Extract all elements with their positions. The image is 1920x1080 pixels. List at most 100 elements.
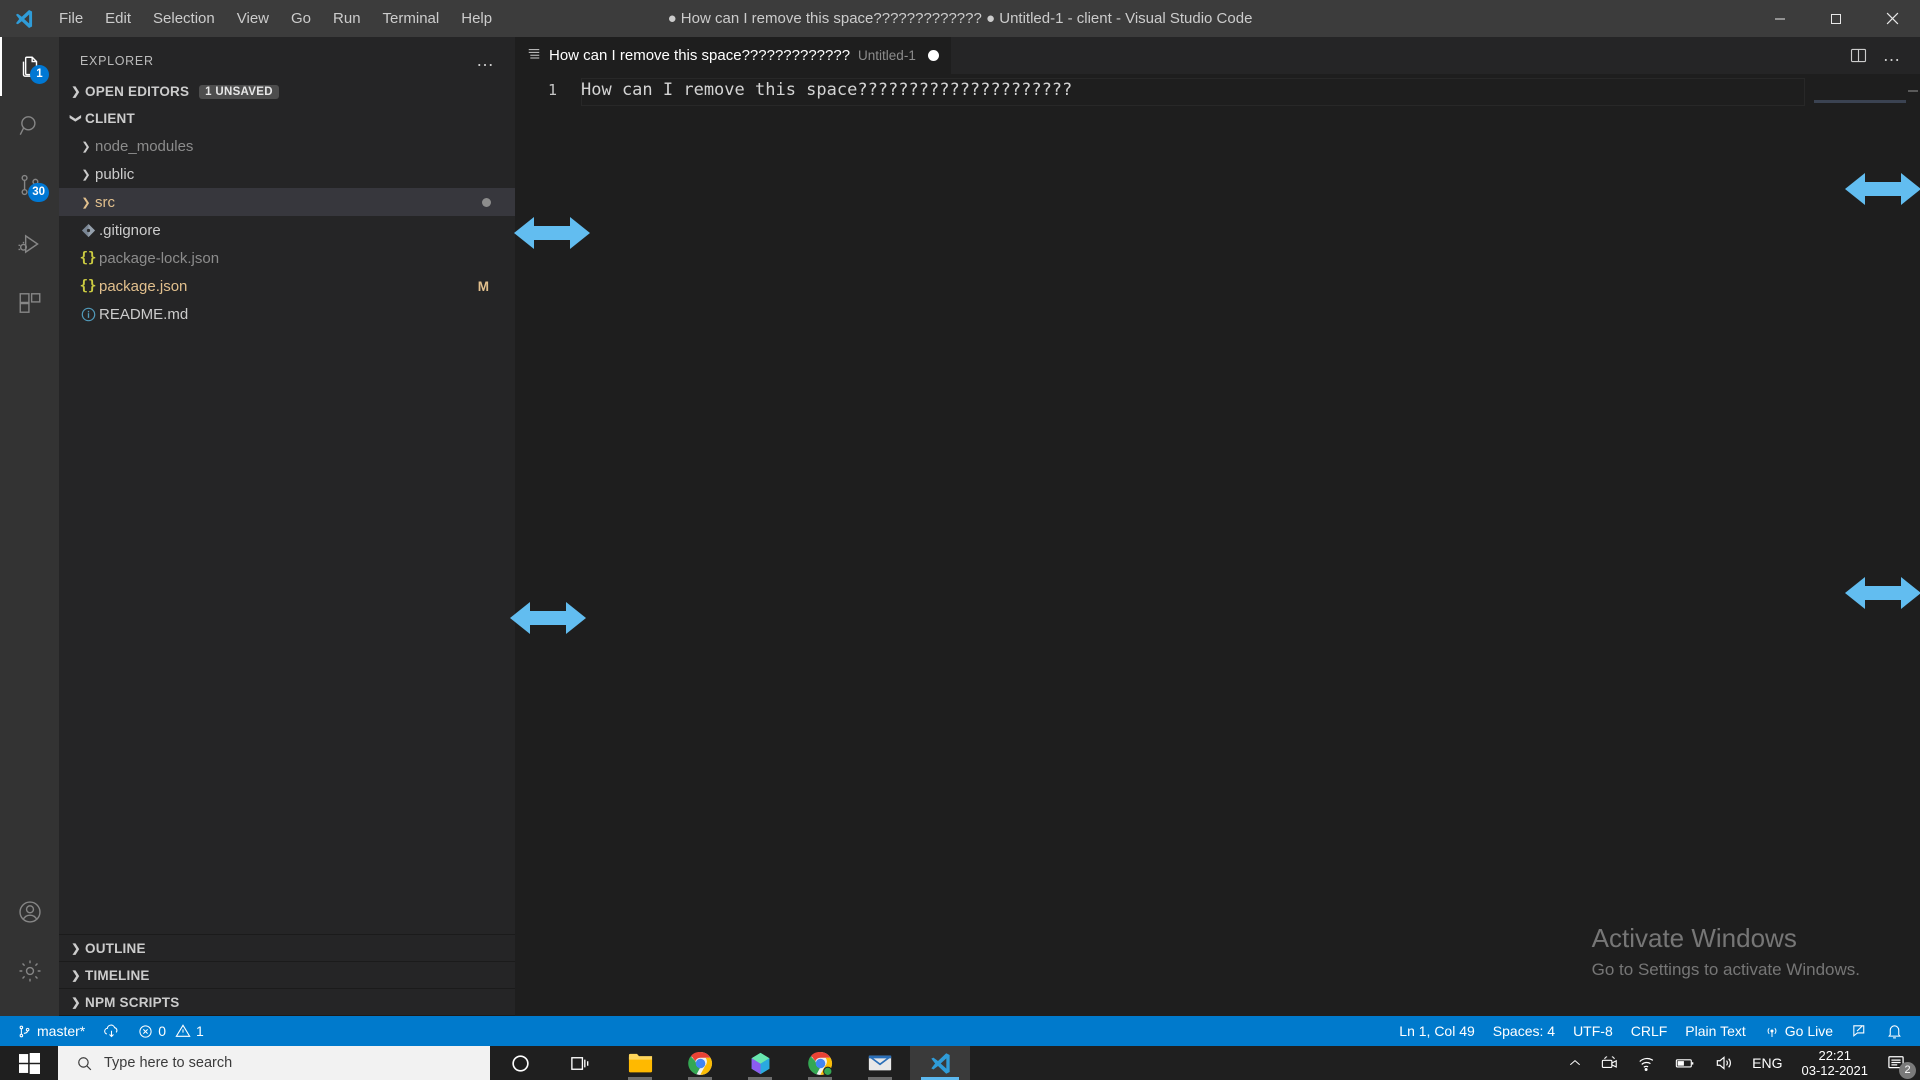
info-icon bbox=[77, 307, 99, 322]
taskbar-chrome-2-icon[interactable] bbox=[790, 1046, 850, 1080]
activity-item-explorer[interactable]: 1 bbox=[0, 37, 59, 96]
tree-item-label: .gitignore bbox=[99, 221, 161, 239]
status-sync[interactable] bbox=[94, 1016, 129, 1046]
minimap-slider[interactable] bbox=[1814, 100, 1906, 103]
taskbar-file-explorer-icon[interactable] bbox=[610, 1046, 670, 1080]
section-timeline[interactable]: ❯ TIMELINE bbox=[59, 962, 515, 989]
windows-taskbar: Type here to search ENG 22:21 03-12-2021… bbox=[0, 1046, 1920, 1080]
sidebar-filler bbox=[59, 332, 515, 934]
windows-start-button[interactable] bbox=[0, 1046, 58, 1080]
tree-item-public[interactable]: ❯ public bbox=[59, 160, 515, 188]
chevron-right-icon: ❯ bbox=[71, 86, 81, 98]
menu-run[interactable]: Run bbox=[322, 0, 372, 37]
close-button[interactable] bbox=[1864, 0, 1920, 37]
activity-item-source-control[interactable]: 30 bbox=[0, 155, 59, 214]
tree-item-package-json[interactable]: {} package.json M bbox=[59, 272, 515, 300]
taskbar-vscode-icon[interactable] bbox=[910, 1046, 970, 1080]
editor-tab-untitled-1[interactable]: How can I remove this space?????????????… bbox=[515, 37, 952, 74]
status-branch[interactable]: master* bbox=[8, 1016, 94, 1046]
tree-item-readme-md[interactable]: README.md bbox=[59, 300, 515, 328]
minimize-button[interactable] bbox=[1752, 0, 1808, 37]
menu-terminal[interactable]: Terminal bbox=[372, 0, 451, 37]
tray-language-indicator[interactable]: ENG bbox=[1743, 1046, 1791, 1080]
section-open-editors[interactable]: ❯ OPEN EDITORS 1 UNSAVED bbox=[59, 78, 515, 105]
status-problems[interactable]: 0 1 bbox=[129, 1016, 213, 1046]
menu-file[interactable]: File bbox=[48, 0, 94, 37]
tree-item-src[interactable]: ❯ src bbox=[59, 188, 515, 216]
clock-date: 03-12-2021 bbox=[1801, 1063, 1869, 1078]
taskbar-photos-icon[interactable] bbox=[730, 1046, 790, 1080]
editor-more-actions-icon[interactable]: … bbox=[1878, 42, 1906, 70]
maximize-button[interactable] bbox=[1808, 0, 1864, 37]
tree-item-package-lock-json[interactable]: {} package-lock.json bbox=[59, 244, 515, 272]
split-editor-icon[interactable] bbox=[1844, 42, 1872, 70]
status-language-mode[interactable]: Plain Text bbox=[1676, 1016, 1754, 1046]
tray-show-hidden-icons[interactable] bbox=[1559, 1046, 1591, 1080]
status-eol[interactable]: CRLF bbox=[1622, 1016, 1677, 1046]
activity-item-settings[interactable] bbox=[0, 941, 59, 1000]
activity-bar: 1 30 bbox=[0, 37, 59, 1016]
status-notifications-bell-icon[interactable] bbox=[1877, 1016, 1912, 1046]
status-encoding[interactable]: UTF-8 bbox=[1564, 1016, 1622, 1046]
activity-item-accounts[interactable] bbox=[0, 882, 59, 941]
menu-bar: File Edit Selection View Go Run Terminal… bbox=[48, 0, 503, 37]
taskbar-search-placeholder: Type here to search bbox=[104, 1055, 233, 1071]
section-npm-scripts[interactable]: ❯ NPM SCRIPTS bbox=[59, 989, 515, 1016]
sidebar-more-actions-icon[interactable]: … bbox=[476, 50, 495, 71]
status-bar-right: Ln 1, Col 49 Spaces: 4 UTF-8 CRLF Plain … bbox=[1390, 1016, 1920, 1046]
taskbar-cortana-icon[interactable] bbox=[490, 1046, 550, 1080]
status-go-live[interactable]: Go Live bbox=[1755, 1016, 1842, 1046]
open-editors-label: OPEN EDITORS bbox=[85, 84, 190, 99]
chevron-right-icon: ❯ bbox=[81, 196, 91, 209]
status-feedback-icon[interactable] bbox=[1842, 1016, 1877, 1046]
activity-item-extensions[interactable] bbox=[0, 273, 59, 332]
watermark-subtitle: Go to Settings to activate Windows. bbox=[1591, 960, 1860, 979]
menu-help[interactable]: Help bbox=[450, 0, 503, 37]
activity-item-search[interactable] bbox=[0, 96, 59, 155]
status-indentation[interactable]: Spaces: 4 bbox=[1484, 1016, 1564, 1046]
tray-action-center[interactable]: 2 bbox=[1878, 1046, 1920, 1080]
menu-view[interactable]: View bbox=[226, 0, 280, 37]
explorer-badge: 1 bbox=[30, 65, 49, 84]
watermark-title: Activate Windows bbox=[1591, 923, 1797, 953]
tree-item-label: src bbox=[95, 193, 115, 211]
taskbar-mail-icon[interactable] bbox=[850, 1046, 910, 1080]
tree-item-label: package-lock.json bbox=[99, 249, 220, 267]
tree-item-node_modules[interactable]: ❯ node_modules bbox=[59, 132, 515, 160]
editor-scrollbar[interactable] bbox=[1906, 74, 1920, 1016]
window-controls bbox=[1752, 0, 1920, 37]
chevron-right-icon: ❯ bbox=[71, 969, 81, 982]
code-editor[interactable]: 1 How can I remove this space???????????… bbox=[515, 74, 1920, 1016]
activity-item-run-and-debug[interactable] bbox=[0, 214, 59, 273]
taskbar-task-view-icon[interactable] bbox=[550, 1046, 610, 1080]
editor-tab-bar: How can I remove this space?????????????… bbox=[515, 37, 1920, 74]
tray-meet-now-icon[interactable] bbox=[1591, 1046, 1628, 1080]
overview-ruler-mark bbox=[1908, 90, 1918, 92]
tray-volume-icon[interactable] bbox=[1705, 1046, 1743, 1080]
dirty-indicator-icon[interactable] bbox=[927, 50, 939, 61]
menu-selection[interactable]: Selection bbox=[142, 0, 226, 37]
taskbar-chrome-icon[interactable] bbox=[670, 1046, 730, 1080]
modified-status-letter: M bbox=[477, 278, 489, 294]
title-bar: File Edit Selection View Go Run Terminal… bbox=[0, 0, 1920, 37]
section-workspace-client[interactable]: ❯ CLIENT bbox=[59, 105, 515, 132]
tree-item-label: node_modules bbox=[95, 137, 194, 155]
tray-network-icon[interactable] bbox=[1628, 1046, 1665, 1080]
modified-indicator-dot bbox=[482, 197, 491, 207]
taskbar-search-box[interactable]: Type here to search bbox=[58, 1046, 490, 1080]
status-cursor-position[interactable]: Ln 1, Col 49 bbox=[1390, 1016, 1484, 1046]
menu-go[interactable]: Go bbox=[280, 0, 322, 37]
section-outline[interactable]: ❯ OUTLINE bbox=[59, 935, 515, 962]
vscode-logo-icon bbox=[0, 0, 48, 37]
tray-clock[interactable]: 22:21 03-12-2021 bbox=[1792, 1048, 1879, 1079]
line-number: 1 bbox=[547, 81, 557, 99]
error-count: 0 bbox=[158, 1023, 167, 1039]
chevron-down-icon: ❯ bbox=[69, 113, 82, 124]
vscode-window: File Edit Selection View Go Run Terminal… bbox=[0, 0, 1920, 1080]
tree-item-label: public bbox=[95, 165, 135, 183]
branch-name: master* bbox=[37, 1023, 86, 1039]
status-bar: master* 0 1 Ln 1, Col 49 Spaces: 4 UTF-8… bbox=[0, 1016, 1920, 1046]
tree-item-gitignore[interactable]: .gitignore bbox=[59, 216, 515, 244]
menu-edit[interactable]: Edit bbox=[94, 0, 142, 37]
tray-battery-icon[interactable] bbox=[1665, 1046, 1705, 1080]
